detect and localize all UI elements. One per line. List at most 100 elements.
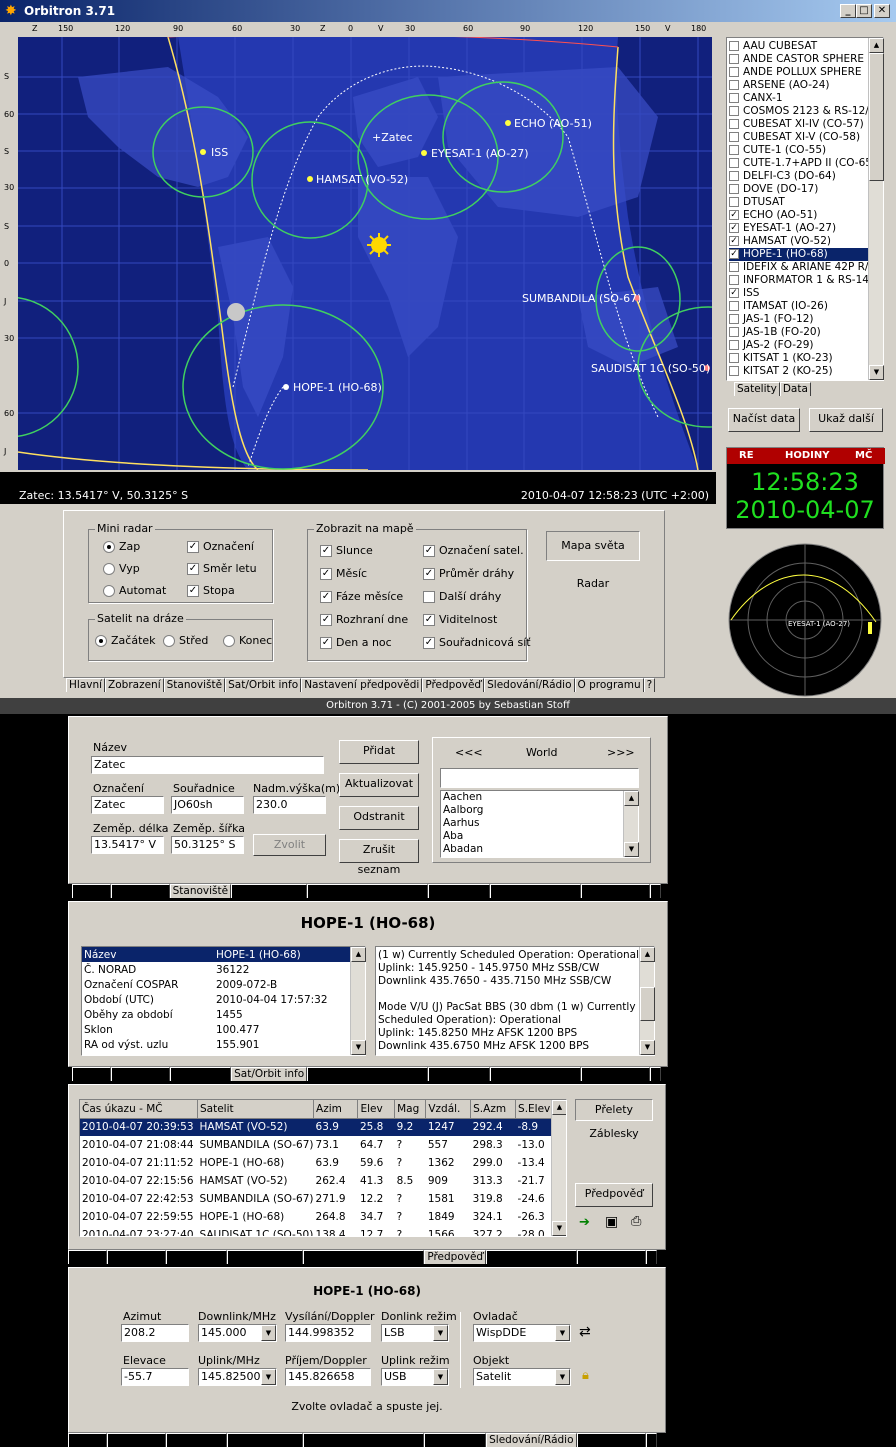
load-data-button[interactable]: Načíst data	[728, 408, 800, 432]
satellite-list-item[interactable]: CUBESAT XI-V (CO-58)	[729, 131, 868, 144]
tab-2[interactable]: Zobrazení	[111, 1067, 170, 1081]
lock-icon[interactable]: 🔒︎	[582, 1368, 589, 1383]
satellite-list-item[interactable]: JAS-1B (FO-20)	[729, 326, 868, 339]
satellite-list-item[interactable]: CUBESAT XI-IV (CO-57)	[729, 118, 868, 131]
satellite-checkbox[interactable]: ✓	[729, 210, 739, 220]
prev-region-button[interactable]: <<<	[455, 746, 483, 759]
save-icon[interactable]: ▣	[605, 1214, 618, 1230]
satellite-list-item[interactable]: ✓ ISS	[729, 287, 868, 300]
city-search-input[interactable]	[440, 768, 639, 788]
scroll-down-arrow[interactable]: ▼	[552, 1221, 566, 1236]
satellite-checkbox[interactable]: ✓	[729, 236, 739, 246]
sat-label-hope[interactable]: HOPE-1 (HO-68)	[293, 381, 382, 394]
tab-8[interactable]: O programu	[576, 1433, 646, 1447]
sat-label-sumbandila[interactable]: SUMBANDILA (SO-67)	[522, 292, 641, 305]
altitude-input[interactable]: 230.0	[253, 796, 326, 814]
satellite-list-item[interactable]: DELFI-C3 (DO-64)	[729, 170, 868, 183]
column-header[interactable]: Mag	[394, 1100, 427, 1119]
column-header[interactable]: Azim	[313, 1100, 359, 1119]
tab-8[interactable]: O programu	[580, 1067, 650, 1081]
tab-3[interactable]: Stanoviště	[165, 1250, 228, 1264]
elements-scrollbar[interactable]: ▲ ▼	[350, 947, 366, 1055]
passes-button[interactable]: Přelety	[575, 1099, 653, 1121]
table-row[interactable]: 2010-04-07 20:39:53 HAMSAT (VO-52) 63.9 25.…	[80, 1118, 552, 1136]
satellite-list-item[interactable]: ARSENE (AO-24)	[729, 79, 868, 92]
satellite-checkbox[interactable]	[729, 145, 739, 155]
world-map-button[interactable]: Mapa světa	[546, 531, 640, 561]
satellite-list-item[interactable]: CANX-1	[729, 92, 868, 105]
checkbox-rozhrani[interactable]: ✓ Rozhraní dne	[320, 613, 408, 626]
satellite-checkbox[interactable]	[729, 353, 739, 363]
table-row[interactable]: 2010-04-07 22:59:55 HOPE-1 (HO-68) 264.8 34…	[80, 1208, 552, 1226]
column-header[interactable]: Čas úkazu - MČ	[80, 1100, 198, 1119]
uplink-mode-select[interactable]: USB ▼	[381, 1368, 449, 1386]
satellite-checkbox[interactable]	[729, 184, 739, 194]
tab-5[interactable]: Nastavení předpovědi	[301, 678, 423, 692]
column-header[interactable]: S.Azm	[470, 1100, 517, 1119]
satellite-checkbox[interactable]	[729, 41, 739, 51]
satellite-checkbox[interactable]	[729, 171, 739, 181]
satellite-checkbox[interactable]: ✓	[729, 288, 739, 298]
city-list-item[interactable]: Aba	[443, 830, 483, 843]
tab-4[interactable]: Sat/Orbit info	[231, 1067, 308, 1081]
tab-7[interactable]: Sledování/Rádio	[486, 1250, 577, 1264]
satellite-list[interactable]: AAU CUBESAT ANDE CASTOR SPHERE ANDE POLLUX…	[726, 37, 884, 381]
city-list-item[interactable]: Aachen	[443, 791, 483, 804]
tab-7[interactable]: Sledování/Rádio	[484, 678, 575, 692]
element-row[interactable]: Období (UTC) 2010-04-04 17:57:32	[82, 992, 350, 1007]
satlist-scrollbar[interactable]: ▲ ▼	[868, 38, 884, 380]
satellite-checkbox[interactable]	[729, 327, 739, 337]
tab-4[interactable]: Sat/Orbit info	[225, 678, 302, 692]
add-button[interactable]: Přidat	[339, 740, 419, 764]
satellite-list-item[interactable]: ✓ ECHO (AO-51)	[729, 209, 868, 222]
tab-6[interactable]: Předpověď	[428, 884, 491, 898]
satellite-list-item[interactable]: CUTE-1.7+APD II (CO-65)	[729, 157, 868, 170]
notes-scrollbar[interactable]: ▲ ▼	[639, 947, 655, 1055]
satellite-list-item[interactable]: CUTE-1 (CO-55)	[729, 144, 868, 157]
tab-9[interactable]: ?	[645, 1433, 658, 1447]
tab-4[interactable]: Sat/Orbit info	[231, 884, 308, 898]
element-row[interactable]: Označení COSPAR 2009-072-B	[82, 977, 350, 992]
sat-notes[interactable]: (1 w) Currently Scheduled Operation: Ope…	[375, 946, 655, 1056]
uplink-select[interactable]: 145.825000 ▼	[198, 1368, 277, 1386]
scroll-up-arrow[interactable]: ▲	[351, 947, 366, 962]
satellite-list-item[interactable]: ANDE POLLUX SPHERE	[729, 66, 868, 79]
tab-data[interactable]: Data	[779, 382, 811, 396]
tab-1[interactable]: Hlavní	[72, 1067, 112, 1081]
scroll-thumb[interactable]	[869, 53, 884, 181]
prediction-table[interactable]: Čas úkazu - MČ Satelit Azim Elev Mag Vzdál. S.…	[79, 1099, 567, 1237]
predict-button[interactable]: Předpověď	[575, 1183, 653, 1207]
satellite-list-item[interactable]: DTUSAT	[729, 196, 868, 209]
clear-list-button[interactable]: Zrušit seznam	[339, 839, 419, 876]
satellite-checkbox[interactable]	[729, 93, 739, 103]
scroll-down-arrow[interactable]: ▼	[869, 365, 884, 380]
tab-6[interactable]: Předpověď	[424, 1433, 487, 1447]
tab-2[interactable]: Zobrazení	[107, 1250, 166, 1264]
satellite-checkbox[interactable]	[729, 158, 739, 168]
satellite-checkbox[interactable]	[729, 54, 739, 64]
satellite-list-item[interactable]: AAU CUBESAT	[729, 40, 868, 53]
tab-9[interactable]: ?	[649, 1067, 662, 1081]
column-header[interactable]: Vzdál.	[425, 1100, 472, 1119]
sat-label-saudisat[interactable]: SAUDISAT 1C (SO-50)	[591, 362, 710, 375]
tab-9[interactable]: ?	[649, 884, 662, 898]
scroll-up-arrow[interactable]: ▲	[552, 1100, 566, 1115]
driver-settings-icon[interactable]: ⇄	[579, 1324, 591, 1340]
arrow-right-icon[interactable]: ➔	[579, 1215, 590, 1230]
clock-mc-toggle[interactable]: MČ	[855, 450, 872, 461]
tab-6[interactable]: Předpověď	[424, 1250, 487, 1264]
tab-7[interactable]: Sledování/Rádio	[490, 1067, 581, 1081]
table-row[interactable]: 2010-04-07 22:15:56 HAMSAT (VO-52) 262.4 41…	[80, 1172, 552, 1190]
satellite-list-item[interactable]: IDEFIX & ARIANE 42P R/	[729, 261, 868, 274]
tab-1[interactable]: Hlavní	[66, 678, 106, 692]
satellite-checkbox[interactable]	[729, 262, 739, 272]
radio-zap[interactable]: Zap	[103, 540, 140, 553]
table-row[interactable]: 2010-04-07 23:27:40 SAUDISAT 1C (SO-50) 13…	[80, 1226, 552, 1236]
tab-1[interactable]: Hlavní	[72, 884, 112, 898]
downlink-mode-select[interactable]: LSB ▼	[381, 1324, 449, 1342]
downlink-select[interactable]: 145.000 ▼	[198, 1324, 277, 1342]
world-map[interactable]: ISS HAMSAT (VO-52) +Zatec EYESAT-1 (AO-2…	[18, 37, 712, 470]
clock-re-toggle[interactable]: RE	[739, 450, 754, 461]
satellite-checkbox[interactable]	[729, 132, 739, 142]
sat-label-hamsat[interactable]: HAMSAT (VO-52)	[316, 173, 408, 186]
